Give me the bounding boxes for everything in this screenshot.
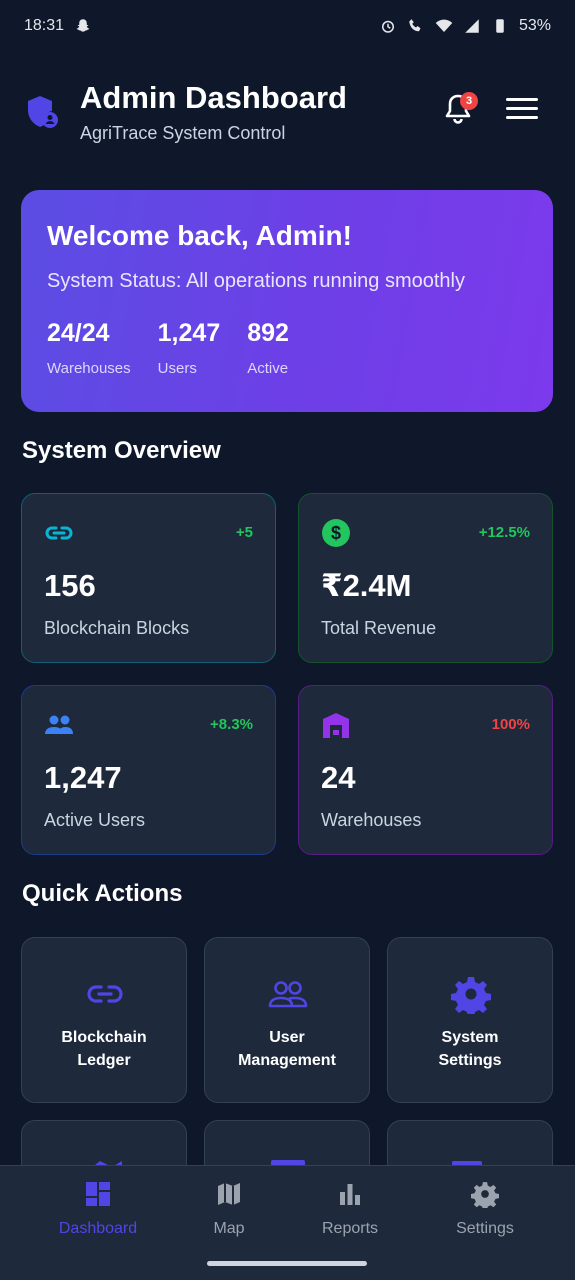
welcome-stats: 24/24 Warehouses 1,247 Users 892 Active: [47, 319, 527, 377]
metric-value: ₹2.4M: [321, 568, 412, 603]
overview-card-blockchain[interactable]: +5 156 Blockchain Blocks: [21, 493, 276, 663]
section-title-quick-actions: Quick Actions: [22, 880, 183, 907]
nav-item-map[interactable]: Map: [169, 1180, 289, 1240]
warehouse-icon: [323, 713, 349, 738]
system-status-text: System Status: All operations running sm…: [47, 270, 465, 292]
nav-item-settings[interactable]: Settings: [425, 1180, 545, 1240]
nav-label: Dashboard: [58, 1220, 138, 1237]
menu-button[interactable]: [506, 98, 538, 124]
page-subtitle: AgriTrace System Control: [80, 123, 286, 143]
nav-label: Map: [213, 1220, 245, 1237]
overview-card-warehouses[interactable]: 100% 24 Warehouses: [298, 685, 553, 855]
stat-value: 1,247: [157, 319, 221, 347]
hamburger-icon: [506, 98, 538, 101]
users-icon: [45, 715, 73, 734]
svg-text:$: $: [331, 523, 341, 543]
quick-action-label: Blockchain Ledger: [61, 1029, 147, 1069]
quick-action-user-management[interactable]: User Management: [204, 937, 370, 1103]
metric-label: Total Revenue: [321, 618, 437, 638]
gear-icon: [471, 1182, 499, 1208]
home-indicator[interactable]: [207, 1261, 367, 1266]
metric-label: Blockchain Blocks: [44, 618, 190, 638]
nav-label: Settings: [456, 1220, 514, 1237]
quick-action-label: User Management: [238, 1029, 336, 1069]
nav-item-reports[interactable]: Reports: [290, 1180, 410, 1240]
snapchat-icon: [76, 19, 90, 32]
wifi-icon: [435, 19, 453, 32]
user-group-icon: [268, 981, 308, 1008]
status-time: 18:31: [24, 17, 65, 34]
stat-label: Active: [247, 360, 289, 377]
metric-label: Active Users: [44, 810, 146, 830]
battery-icon: [496, 19, 504, 33]
map-icon: [218, 1183, 240, 1205]
change-indicator: +5: [235, 524, 253, 541]
bar-chart-icon: [340, 1184, 360, 1205]
quick-action-blockchain-ledger[interactable]: Blockchain Ledger: [21, 937, 187, 1103]
metric-label: Warehouses: [321, 810, 422, 830]
change-indicator: +8.3%: [210, 716, 253, 733]
app-header: Admin Dashboard AgriTrace System Control…: [22, 78, 553, 148]
signal-icon: [465, 19, 479, 33]
metric-value: 156: [44, 568, 96, 603]
change-indicator: 100%: [491, 716, 530, 733]
overview-card-revenue[interactable]: $ +12.5% ₹2.4M Total Revenue: [298, 493, 553, 663]
link-icon: [45, 526, 73, 540]
stat-value: 892: [247, 319, 289, 347]
page-title: Admin Dashboard: [80, 80, 347, 115]
gear-icon: [451, 977, 491, 1014]
section-title-overview: System Overview: [22, 437, 221, 464]
dollar-icon: $: [322, 519, 350, 547]
stat-label: Users: [157, 360, 197, 377]
notification-badge: 3: [460, 92, 478, 110]
welcome-card: Welcome back, Admin! System Status: All …: [21, 190, 553, 412]
metric-value: 1,247: [44, 760, 122, 795]
metric-value: 24: [321, 760, 356, 795]
dashboard-icon: [86, 1182, 110, 1206]
link-icon: [87, 985, 123, 1003]
stat-users: 1,247 Users: [158, 319, 221, 377]
welcome-title: Welcome back, Admin!: [47, 220, 352, 251]
stat-label: Warehouses: [47, 360, 131, 377]
admin-shield-icon: [28, 96, 58, 128]
change-indicator: +12.5%: [478, 524, 530, 541]
quick-action-system-settings[interactable]: System Settings: [387, 937, 553, 1103]
alarm-icon: [381, 20, 394, 33]
overview-card-users[interactable]: +8.3% 1,247 Active Users: [21, 685, 276, 855]
quick-action-label: System Settings: [438, 1029, 502, 1069]
nav-item-dashboard[interactable]: Dashboard: [38, 1180, 158, 1240]
status-bar: 18:31 53%: [0, 0, 575, 52]
battery-percent: 53%: [518, 17, 551, 34]
stat-active: 892 Active: [247, 319, 289, 377]
stat-warehouses: 24/24 Warehouses: [47, 319, 131, 377]
nav-label: Reports: [321, 1220, 379, 1237]
wifi-call-icon: [409, 19, 421, 32]
stat-value: 24/24: [47, 319, 110, 347]
